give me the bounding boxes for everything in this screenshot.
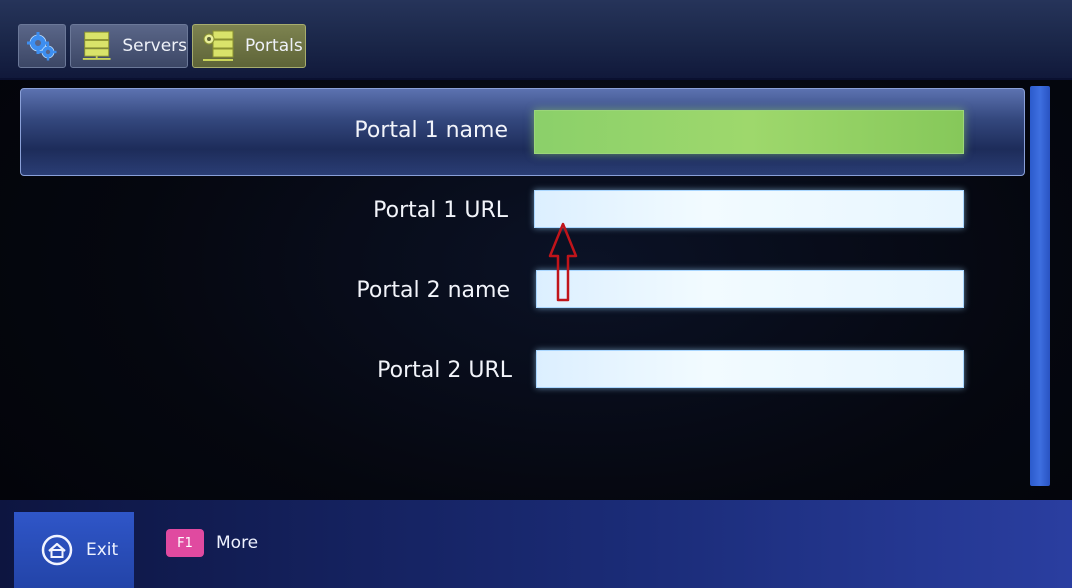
bottom-bar	[0, 500, 1072, 588]
top-tab-bar: Servers Portals	[0, 0, 1072, 80]
tab-settings[interactable]	[18, 24, 66, 68]
tab-servers-label: Servers	[122, 36, 187, 56]
f1-key-badge: F1	[166, 529, 204, 557]
portal-1-name-input[interactable]	[534, 110, 964, 154]
tab-servers[interactable]: Servers	[70, 24, 188, 68]
more-button[interactable]: F1 More	[166, 528, 258, 558]
portal-1-url-input[interactable]	[534, 190, 964, 228]
portal-1-name-label: Portal 1 name	[354, 118, 508, 143]
exit-label: Exit	[86, 540, 119, 560]
tab-portals-label: Portals	[245, 36, 303, 56]
exit-button[interactable]: Exit	[14, 512, 134, 588]
portal-1-url-label: Portal 1 URL	[373, 198, 508, 223]
tab-portals[interactable]: Portals	[192, 24, 306, 68]
portal-2-url-label: Portal 2 URL	[377, 358, 512, 383]
portal-2-url-input[interactable]	[536, 350, 964, 388]
portal-server-icon	[203, 30, 234, 61]
portal-2-name-label: Portal 2 name	[356, 278, 510, 303]
app-screen: Servers Portals Portal 1 name Portal 1 U…	[0, 0, 1072, 588]
gears-icon	[27, 32, 57, 61]
red-up-arrow-icon	[548, 222, 578, 302]
more-label: More	[216, 533, 259, 553]
home-icon	[41, 534, 73, 566]
portal-2-name-input[interactable]	[536, 270, 964, 308]
server-icon	[82, 31, 111, 60]
scrollbar[interactable]	[1030, 86, 1050, 486]
